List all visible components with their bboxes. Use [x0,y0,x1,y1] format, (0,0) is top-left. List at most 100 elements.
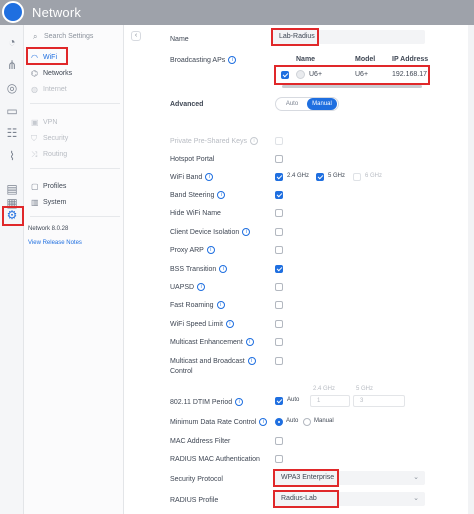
info-icon[interactable]: i [259,418,268,427]
collapse-sidebar-button[interactable]: ‹ [131,31,141,41]
fast-roaming-checkbox[interactable] [275,301,283,309]
min-rate-auto-radio[interactable] [275,418,283,426]
band-steering-checkbox[interactable] [275,191,283,199]
info-icon[interactable]: i [216,301,225,310]
nav-item-label: VPN [43,119,58,126]
info-icon[interactable]: i [205,173,214,182]
advanced-toggle[interactable]: Auto Manual [275,97,339,111]
nav-item-vpn[interactable]: ▣ VPN [30,118,57,128]
info-icon[interactable]: i [206,246,215,255]
info-icon[interactable]: i [217,191,226,200]
nav-item-label: Routing [43,151,68,158]
insights-icon[interactable]: ⌇ [5,149,19,163]
search-input[interactable]: ⌕ Search Settings [30,29,118,45]
dtim-text: 802.11 DTIM Period [170,399,233,406]
info-icon[interactable]: i [245,338,254,347]
info-icon[interactable]: i [225,320,234,329]
band-6-checkbox[interactable] [353,173,361,181]
min-rate-manual-label: Manual [314,418,334,424]
speed-limit-checkbox[interactable] [275,320,283,328]
nav-item-label: System [43,199,67,206]
multicast-broadcast-checkbox[interactable] [275,357,283,365]
uapsd-checkbox[interactable] [275,283,283,291]
band-24-label: 2.4 GHz [287,173,310,179]
info-icon[interactable]: i [197,283,206,292]
proxy-arp-checkbox[interactable] [275,246,283,254]
nav-item-routing[interactable]: ⤨ Routing [30,150,67,160]
dtim-24-input[interactable]: 1 [310,395,350,407]
ppsk-text: Private Pre-Shared Keys [170,138,248,145]
version-text: Network 8.0.28 [28,226,69,232]
band-6-label: 6 GHz [365,173,383,179]
dtim-auto-label: Auto [287,397,300,403]
dtim-label: 802.11 DTIM Period i [170,398,244,407]
min-rate-manual-radio[interactable] [303,418,311,426]
wifi-band-text: WiFi Band [170,174,203,181]
search-placeholder: Search Settings [44,33,94,40]
nav-item-system[interactable]: ▥ System [30,198,66,208]
mac-filter-label: MAC Address Filter [170,438,231,445]
apps-icon[interactable]: ☷ [5,126,19,140]
bss-transition-checkbox[interactable] [275,265,283,273]
system-icon: ▥ [31,198,39,207]
multicast-broadcast-label: Multicast and Broadcast i [170,357,256,366]
multicast-enhancement-checkbox[interactable] [275,338,283,346]
nav-item-security[interactable]: ⛉ Security [30,134,68,144]
mac-filter-checkbox[interactable] [275,437,283,445]
fast-roaming-text: Fast Roaming [170,302,214,309]
dtim-5-input[interactable]: 3 [353,395,405,407]
globe-icon: ◍ [31,85,38,94]
topology-icon[interactable]: ⋔ [5,58,19,72]
nav-item-label: Profiles [43,183,67,190]
dtim-auto-checkbox[interactable] [275,397,283,405]
nav-item-label: Networks [43,70,73,77]
name-label: Name [170,36,189,43]
hotspot-portal-checkbox[interactable] [275,155,283,163]
shield-icon: ⛉ [31,134,37,143]
radius-mac-checkbox[interactable] [275,455,283,463]
info-icon[interactable]: i [228,56,237,65]
divider [30,103,120,104]
dashboard-icon[interactable]: ◔ [5,35,19,49]
nav-item-networks[interactable]: ⌬ Networks [30,69,72,79]
min-rate-auto-label: Auto [286,418,299,424]
devices-icon[interactable]: ◎ [5,81,19,95]
client-isolation-text: Client Device Isolation [170,229,240,236]
band-5-checkbox[interactable] [316,173,324,181]
info-icon[interactable]: i [219,265,228,274]
broadcasting-aps-text: Broadcasting APs [170,57,226,64]
divider [30,168,120,169]
ap-col-model: Model [355,56,376,63]
advanced-auto-option[interactable]: Auto [277,98,307,110]
app-logo[interactable] [2,1,24,23]
nav-item-internet[interactable]: ◍ Internet [30,85,67,95]
release-notes-link[interactable]: View Release Notes [28,240,82,246]
nav-item-profiles[interactable]: ▢ Profiles [30,182,66,192]
hotspot-portal-label: Hotspot Portal [170,156,215,163]
ppsk-checkbox[interactable] [275,137,283,145]
ap-table-scrollbar[interactable] [282,85,422,88]
top-bar: Network [0,0,474,25]
ap-col-ip: IP Address [392,56,429,63]
clients-icon[interactable]: ▭ [5,104,19,118]
search-icon: ⌕ [33,32,38,41]
info-icon[interactable]: i [250,137,259,146]
bss-transition-text: BSS Transition [170,266,217,273]
broadcasting-aps-label: Broadcasting APs i [170,56,237,65]
highlight-ap-row [274,65,430,85]
logs-icon[interactable]: ▤ [5,182,19,196]
highlight-security-protocol [273,469,339,487]
fast-roaming-label: Fast Roaming i [170,301,225,310]
band-24-checkbox[interactable] [275,173,283,181]
page-scrollbar[interactable] [468,25,474,514]
chevron-down-icon: ⌄ [413,495,419,502]
info-icon[interactable]: i [235,398,244,407]
client-isolation-checkbox[interactable] [275,228,283,236]
advanced-manual-option[interactable]: Manual [307,98,337,110]
info-icon[interactable]: i [247,357,256,366]
hide-wifi-name-checkbox[interactable] [275,209,283,217]
info-icon[interactable]: i [242,228,251,237]
uapsd-text: UAPSD [170,284,195,291]
advanced-label: Advanced [170,101,204,108]
band-5-label: 5 GHz [328,173,346,179]
